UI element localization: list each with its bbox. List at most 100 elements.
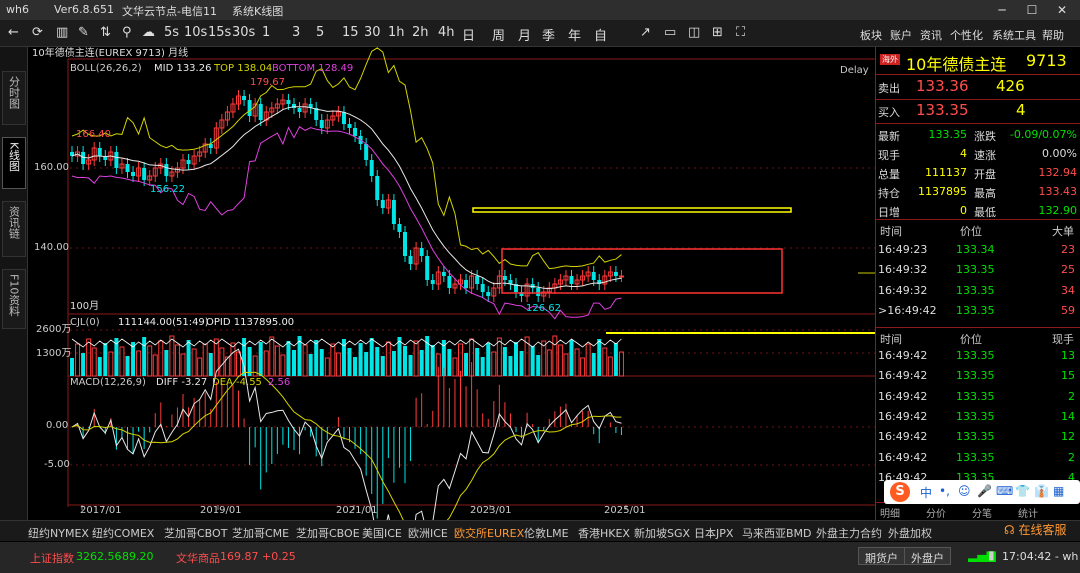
period-7[interactable]: 15 [342, 25, 359, 40]
menu-item-0[interactable]: 板块 [860, 27, 882, 43]
period-2[interactable]: 15s [208, 25, 231, 40]
x-tick-2025: 2025/01 [604, 505, 646, 516]
trade-row: 16:49:42 133.35 2 [876, 387, 1080, 407]
back-icon[interactable]: ← [8, 25, 19, 40]
period-1[interactable]: 10s [184, 25, 207, 40]
exchange-tab-0[interactable]: 纽约NYMEX [28, 525, 89, 541]
trade-price: 133.35 [956, 389, 995, 403]
ime-item-1[interactable]: •, [939, 484, 950, 498]
ime-toolbar[interactable]: S 中 •, ☺ 🎤 ⌨ 👕 👔 ▦ [884, 480, 1080, 504]
menu-item-1[interactable]: 账户 [890, 27, 912, 43]
fullscreen-icon[interactable]: ⛶ [736, 25, 745, 40]
exchange-tab-5[interactable]: 美国ICE [362, 525, 402, 541]
period-16[interactable]: 年 [568, 25, 581, 44]
exchange-tab-12[interactable]: 马来西亚BMD [742, 525, 812, 541]
support-link[interactable]: ☊ 在线客服 [1004, 521, 1067, 538]
period-8[interactable]: 30 [364, 25, 381, 40]
candle-body [125, 164, 130, 172]
volume-bar [519, 351, 524, 376]
vol-tick-1300: 1300万 [36, 348, 72, 359]
alert-icon[interactable]: ⚲ [122, 25, 132, 40]
exchange-tab-8[interactable]: 伦敦LME [524, 525, 569, 541]
ime-item-5[interactable]: 👕 [1015, 484, 1030, 498]
period-6[interactable]: 5 [316, 25, 324, 40]
ime-item-3[interactable]: 🎤 [977, 484, 992, 498]
period-11[interactable]: 4h [438, 25, 455, 40]
panel-tab-1[interactable]: 分价 [926, 505, 946, 520]
period-0[interactable]: 5s [164, 25, 179, 40]
exchange-tab-7[interactable]: 欧交所EUREX [454, 525, 524, 541]
volume-bar [508, 356, 513, 376]
exchange-tab-10[interactable]: 新加坡SGX [634, 525, 690, 541]
foreign-account-button[interactable]: 外盘户 [904, 547, 951, 565]
trade-time: 16:49:23 [878, 243, 928, 256]
ime-logo-icon[interactable]: S [890, 482, 910, 502]
period-5[interactable]: 3 [292, 25, 300, 40]
ime-item-0[interactable]: 中 [920, 484, 932, 501]
period-14[interactable]: 月 [518, 25, 531, 44]
futures-account-button[interactable]: 期货户 [858, 547, 905, 565]
exchange-tab-6[interactable]: 欧洲ICE [408, 525, 448, 541]
compare-icon[interactable]: ⇅ [100, 25, 111, 40]
volume-bar [191, 348, 197, 377]
exchange-tab-9[interactable]: 香港HKEX [578, 525, 630, 541]
draw-icon[interactable]: ✎ [78, 25, 89, 40]
arrow-tool-icon[interactable]: ↗ [640, 25, 651, 40]
menu-item-5[interactable]: 帮助 [1042, 27, 1064, 43]
status-bar: 上证指数 3262.56 -89.20 文华商品 169.87 +0.25 期货… [0, 542, 1080, 573]
close-icon[interactable]: ✕ [1048, 1, 1076, 19]
period-3[interactable]: 30s [232, 25, 255, 40]
period-10[interactable]: 2h [412, 25, 429, 40]
boll-bottom: BOTTOM 128.49 [272, 63, 354, 74]
menu-item-2[interactable]: 资讯 [920, 27, 942, 43]
period-17[interactable]: 自 [594, 25, 607, 44]
exchange-tab-2[interactable]: 芝加哥CBOT [164, 525, 227, 541]
title-bar: wh6 Ver6.8.651 文华云节点-电信11 系统K线图 ─ ☐ ✕ [0, 0, 1080, 20]
tab-timeshare[interactable]: 分时图 [2, 71, 26, 125]
volume-bar [108, 351, 114, 377]
ime-item-2[interactable]: ☺ [958, 484, 971, 498]
period-4[interactable]: 1 [262, 25, 270, 40]
tab-f10[interactable]: F10资料 [2, 269, 26, 329]
bars-count: 100月 [70, 301, 100, 312]
stat-row: 日增 0 最低 132.90 [876, 201, 1080, 221]
panel-tab-2[interactable]: 分笔 [972, 505, 992, 520]
maximize-icon[interactable]: ☐ [1018, 1, 1046, 19]
minimize-icon[interactable]: ─ [988, 1, 1016, 19]
rect-tool-icon[interactable]: ▭ [664, 25, 676, 40]
ime-item-7[interactable]: ▦ [1053, 484, 1064, 498]
exchange-tab-11[interactable]: 日本JPX [694, 525, 733, 541]
exchange-tab-13[interactable]: 外盘主力合约 [816, 525, 882, 541]
exchange-tab-1[interactable]: 纽约COMEX [92, 525, 154, 541]
ime-item-6[interactable]: 👔 [1034, 484, 1049, 498]
volume-bar [408, 355, 413, 376]
exchange-tab-3[interactable]: 芝加哥CME [232, 525, 289, 541]
stat-v1: 133.35 [928, 128, 968, 141]
chart-icon[interactable]: ▥ [56, 25, 68, 40]
trade-volume: 34 [1061, 283, 1075, 297]
stat-l2: 开盘 [974, 168, 996, 181]
ime-item-4[interactable]: ⌨ [996, 484, 1013, 498]
candle-body [486, 292, 491, 296]
menu-item-4[interactable]: 系统工具 [992, 27, 1036, 43]
tab-news-chain[interactable]: 资讯链 [2, 201, 26, 257]
cloud-icon[interactable]: ☁ [142, 25, 155, 40]
panel-tab-0[interactable]: 明细 [880, 505, 900, 520]
exchange-tab-4[interactable]: 芝加哥CBOE [296, 525, 360, 541]
menu-item-3[interactable]: 个性化 [950, 27, 983, 43]
kline-chart[interactable]: 10年德债主连(EUREX 9713) 月线 BOLL(26,26,2) MID… [28, 47, 875, 520]
annotation-line [472, 207, 792, 213]
layout-icon[interactable]: ⊞ [712, 25, 723, 40]
period-15[interactable]: 季 [542, 25, 555, 44]
trade-row: 16:49:42 133.35 12 [876, 427, 1080, 447]
exchange-tab-14[interactable]: 外盘加权 [888, 525, 932, 541]
col-header: 价位 [960, 225, 982, 238]
refresh-icon[interactable]: ⟳ [32, 25, 43, 40]
tab-kline[interactable]: K线图 [2, 137, 26, 189]
period-12[interactable]: 日 [462, 25, 475, 44]
panel-tab-3[interactable]: 统计 [1018, 505, 1038, 520]
candle-body [464, 280, 469, 288]
period-9[interactable]: 1h [388, 25, 405, 40]
split-icon[interactable]: ◫ [688, 25, 700, 40]
period-13[interactable]: 周 [492, 25, 505, 44]
